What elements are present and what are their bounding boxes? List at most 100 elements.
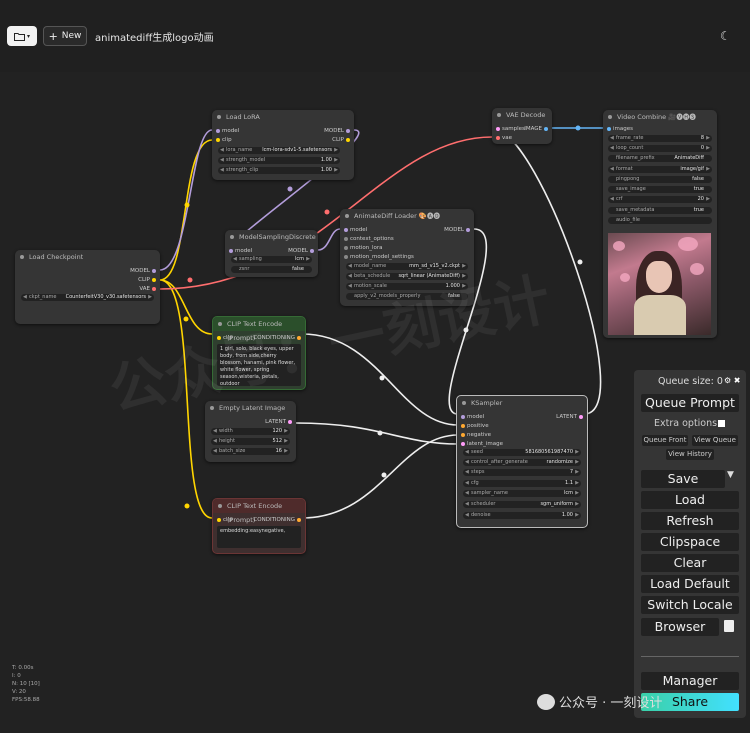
slot-out-model: MODEL (130, 268, 150, 274)
widget-batch-size[interactable]: ◀ batch_size 16 ▶ (211, 448, 290, 455)
output-slot-dot[interactable] (466, 228, 470, 232)
output-slot-dot[interactable] (346, 138, 350, 142)
stat-v: V: 20 (12, 689, 26, 695)
load-button[interactable]: Load (641, 491, 739, 509)
node-title: VAE Decode (492, 108, 552, 122)
widget-model-name[interactable]: ◀ model_name mm_sd_v15_v2.ckpt ▶ (346, 263, 468, 270)
browser-button[interactable]: Browser (641, 618, 719, 636)
slot-motion-lora: motion_lora (350, 245, 383, 251)
node-video-combine[interactable]: Video Combine 🎥🅥🅗🅢 images ◀ frame_rate 8 ▶ … (603, 110, 717, 338)
node-load-lora[interactable]: Load LoRA model clip MODEL CLIP ◀ lora_na… (212, 110, 354, 180)
slot-out-model: MODEL (324, 128, 344, 134)
input-slot-dot[interactable] (344, 228, 348, 232)
node-title: Load LoRA (212, 110, 354, 124)
input-slot-dot[interactable] (461, 415, 465, 419)
widget-control-after-generate[interactable]: ◀ control_after_generate randomize ▶ (463, 459, 581, 466)
node-ksampler[interactable]: KSampler model positive negative latent_… (456, 395, 588, 528)
widget-audio-file[interactable]: audio_file (608, 217, 712, 224)
widget-pingpong[interactable]: pingpong false (608, 176, 712, 183)
widget-denoise[interactable]: ◀ denoise 1.00 ▶ (463, 512, 581, 519)
input-slot-dot[interactable] (461, 424, 465, 428)
slot-model: model (467, 414, 485, 420)
widget-zsnr[interactable]: zsnr false (231, 266, 312, 273)
view-queue-button[interactable]: View Queue (692, 435, 738, 446)
node-load-checkpoint[interactable]: Load Checkpoint MODEL CLIP VAE ◀ ckpt_nam… (15, 250, 160, 324)
slot-out-model: MODEL (444, 227, 464, 233)
input-slot-dot[interactable] (217, 518, 221, 522)
input-slot-dot[interactable] (229, 249, 233, 253)
node-vae-decode[interactable]: VAE Decode samples vae IMAGE (492, 108, 552, 144)
widget-strength-clip[interactable]: ◀ strength_clip 1.00 ▶ (218, 167, 340, 174)
widget-sampler-name[interactable]: ◀ sampler_name lcm ▶ (463, 490, 581, 497)
node-title: CLIP Text Encode (Prompt) (213, 499, 305, 524)
output-slot-dot[interactable] (346, 129, 350, 133)
clipspace-button[interactable]: Clipspace (641, 533, 739, 551)
save-dropdown-arrow-icon[interactable]: ▼ (727, 470, 734, 480)
output-slot-dot[interactable] (152, 287, 156, 291)
widget-crf[interactable]: ◀ crf 20 ▶ (608, 196, 712, 203)
slot-latent-image: latent_image (467, 441, 503, 447)
node-model-sampling-discrete[interactable]: ModelSamplingDiscrete model MODEL ◀ sampl… (225, 230, 318, 277)
widget-sampling[interactable]: ◀ sampling lcm ▶ (231, 256, 312, 263)
slot-model: model (222, 128, 240, 134)
widget-width[interactable]: ◀ width 120 ▶ (211, 428, 290, 435)
stat-time: T: 0.00s (12, 665, 34, 671)
widget-scheduler[interactable]: ◀ scheduler sgm_uniform ▶ (463, 501, 581, 508)
settings-gear-icon[interactable]: ⚙ (724, 376, 731, 385)
input-slot-dot[interactable] (607, 127, 611, 131)
clear-button[interactable]: Clear (641, 554, 739, 572)
node-empty-latent-image[interactable]: Empty Latent Image LATENT ◀ width 120 ▶ ◀ he… (205, 401, 296, 462)
input-slot-dot[interactable] (496, 136, 500, 140)
widget-ckpt-name[interactable]: ◀ ckpt_name CounterfeitV30_v30.safetensors… (21, 294, 154, 301)
input-slot-dot[interactable] (461, 442, 465, 446)
widget-loop-count[interactable]: ◀ loop_count 0 ▶ (608, 145, 712, 152)
input-slot-dot[interactable] (461, 433, 465, 437)
view-history-button[interactable]: View History (666, 449, 714, 460)
slot-clip: clip (222, 137, 232, 143)
refresh-button[interactable]: Refresh (641, 512, 739, 530)
widget-seed[interactable]: ◀ seed 581680561987470 ▶ (463, 449, 581, 456)
manager-button[interactable]: Manager (641, 672, 739, 690)
widget-filename-prefix[interactable]: filename_prefix AnimateDiff (608, 155, 712, 162)
widget-save-image[interactable]: save_image true (608, 186, 712, 193)
widget-format[interactable]: ◀ format image/gif ▶ (608, 166, 712, 173)
switch-locale-button[interactable]: Switch Locale (641, 596, 739, 614)
output-slot-dot[interactable] (544, 127, 548, 131)
widget-steps[interactable]: ◀ steps 7 ▶ (463, 469, 581, 476)
queue-menu-panel: Queue size: 0 ⚙ ✖ Queue Prompt Extra opt… (634, 370, 746, 718)
slot-context-options: context_options (350, 236, 394, 242)
widget-cfg[interactable]: ◀ cfg 1.1 ▶ (463, 480, 581, 487)
extra-options-checkbox[interactable] (718, 420, 725, 427)
output-slot-dot[interactable] (310, 249, 314, 253)
floppy-disk-icon[interactable] (724, 620, 734, 632)
slot-positive: positive (467, 423, 489, 429)
close-icon[interactable]: ✖ (734, 376, 741, 385)
queue-front-button[interactable]: Queue Front (642, 435, 688, 446)
input-slot-dot[interactable] (344, 237, 348, 241)
load-default-button[interactable]: Load Default (641, 575, 739, 593)
widget-frame-rate[interactable]: ◀ frame_rate 8 ▶ (608, 135, 712, 142)
node-title: Video Combine 🎥🅥🅗🅢 (603, 110, 717, 124)
node-clip-text-encode-negative[interactable]: CLIP Text Encode (Prompt) clip CONDITION… (212, 498, 306, 554)
input-slot-dot[interactable] (344, 255, 348, 259)
input-slot-dot[interactable] (216, 129, 220, 133)
node-title: ModelSamplingDiscrete (225, 230, 318, 244)
input-slot-dot[interactable] (216, 138, 220, 142)
output-slot-dot[interactable] (288, 420, 292, 424)
widget-strength-model[interactable]: ◀ strength_model 1.00 ▶ (218, 157, 340, 164)
slot-negative: negative (467, 432, 492, 438)
output-slot-dot[interactable] (152, 278, 156, 282)
output-slot-dot[interactable] (579, 415, 583, 419)
performance-stats: T: 0.00s I: 0 N: 10 [10] V: 20 FPS:58.88 (12, 664, 40, 704)
input-slot-dot[interactable] (344, 246, 348, 250)
queue-prompt-button[interactable]: Queue Prompt (641, 394, 739, 412)
prompt-text-negative[interactable]: embedding:easynegative, (217, 526, 301, 548)
slot-out-conditioning: CONDITIONING (253, 517, 295, 523)
output-slot-dot[interactable] (152, 269, 156, 273)
save-button[interactable]: Save (641, 470, 725, 488)
widget-lora-name[interactable]: ◀ lora_name lcm-lora-sdv1-5.safetensors ▶ (218, 147, 340, 154)
widget-height[interactable]: ◀ height 512 ▶ (211, 438, 290, 445)
widget-save-metadata[interactable]: save_metadata true (608, 207, 712, 214)
input-slot-dot[interactable] (496, 127, 500, 131)
output-slot-dot[interactable] (297, 518, 301, 522)
